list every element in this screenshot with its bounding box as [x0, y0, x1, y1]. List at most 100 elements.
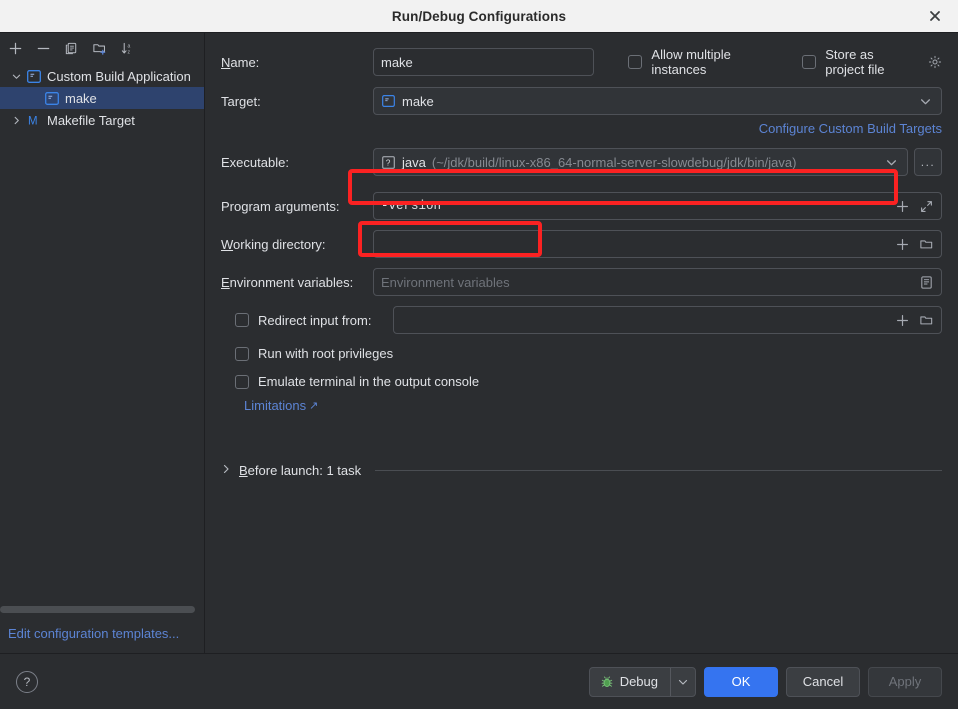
- chevron-down-icon[interactable]: [914, 96, 937, 107]
- redirect-input-row: Redirect input from:: [221, 306, 942, 334]
- tree-item-makefile-target[interactable]: M Makefile Target: [0, 109, 204, 131]
- plus-glyph: [897, 238, 908, 250]
- copy-configuration-button[interactable]: [58, 35, 84, 61]
- executable-row: Executable: ? java (~/jdk/build/linux-x8…: [221, 148, 942, 176]
- chevron-right-glyph: [14, 116, 19, 124]
- checkbox-box: [235, 346, 249, 361]
- insert-macro-icon[interactable]: [895, 313, 910, 328]
- executable-value: java: [402, 154, 426, 170]
- chevron-right-icon[interactable]: [221, 464, 231, 477]
- browse-folder-icon[interactable]: [919, 313, 934, 328]
- environment-variables-row: Environment variables: Environment varia…: [221, 268, 942, 296]
- cancel-button[interactable]: Cancel: [786, 666, 860, 697]
- name-row: Name: make Allow multiple instances Stor…: [221, 47, 942, 77]
- external-link-icon: ↗: [309, 400, 319, 412]
- chevron-down-icon[interactable]: [8, 68, 24, 84]
- footer-actions: Debug OK Cancel Apply: [588, 666, 942, 697]
- target-row: Target: make: [221, 87, 942, 115]
- apply-button[interactable]: Apply: [868, 666, 942, 697]
- svg-text:?: ?: [386, 157, 391, 167]
- checkbox-box: [235, 313, 249, 327]
- before-launch-label[interactable]: Before launch: 1 task: [239, 463, 361, 478]
- executable-combobox[interactable]: ? java (~/jdk/build/linux-x86_64-normal-…: [373, 148, 908, 176]
- bug-icon: [600, 675, 614, 689]
- debug-button[interactable]: Debug: [590, 668, 670, 696]
- add-configuration-button[interactable]: [2, 35, 28, 61]
- expand-editor-icon[interactable]: [919, 199, 934, 214]
- chevron-down-icon[interactable]: [880, 157, 903, 168]
- name-row-options: Allow multiple instances Store as projec…: [628, 47, 942, 77]
- ok-button[interactable]: OK: [704, 666, 778, 697]
- chevron-down-glyph: [920, 98, 931, 104]
- before-launch-divider: [375, 470, 942, 471]
- working-directory-label: Working directory:: [221, 236, 326, 252]
- question-box-glyph: ?: [382, 155, 395, 169]
- redirect-input-path-input[interactable]: [393, 306, 942, 334]
- configuration-form: Name: make Allow multiple instances Stor…: [205, 33, 958, 653]
- title-bar: Run/Debug Configurations: [0, 0, 958, 32]
- browse-folder-icon[interactable]: [919, 237, 934, 252]
- executable-path-hint: (~/jdk/build/linux-x86_64-normal-server-…: [431, 154, 797, 170]
- name-input-value: make: [381, 54, 413, 70]
- gear-glyph: [928, 55, 942, 69]
- name-input[interactable]: make: [373, 48, 595, 76]
- chevron-right-glyph: [223, 464, 229, 474]
- insert-macro-icon[interactable]: [895, 237, 910, 252]
- insert-macro-icon[interactable]: [895, 199, 910, 214]
- environment-variables-label: Environment variables:: [221, 274, 354, 290]
- sort-configurations-button[interactable]: a z: [114, 35, 140, 61]
- environment-variables-input[interactable]: Environment variables: [373, 268, 942, 296]
- remove-configuration-button[interactable]: [30, 35, 56, 61]
- debug-dropdown-arrow[interactable]: [671, 668, 695, 696]
- allow-multiple-instances-checkbox[interactable]: Allow multiple instances: [628, 47, 766, 77]
- bug-glyph: [601, 675, 613, 687]
- chevron-down-glyph: [12, 74, 20, 79]
- copy-icon: [65, 42, 76, 54]
- configurations-tree: Custom Build Application make M Makefile…: [0, 63, 204, 613]
- environment-variables-placeholder: Environment variables: [381, 274, 510, 290]
- run-with-root-privileges-checkbox[interactable]: Run with root privileges: [235, 346, 942, 361]
- tree-item-make[interactable]: make: [0, 87, 204, 109]
- debug-split-button[interactable]: Debug: [588, 666, 696, 697]
- sidebar-horizontal-scrollbar[interactable]: [0, 606, 195, 613]
- new-folder-button[interactable]: [86, 35, 112, 61]
- checkbox-box: [802, 55, 817, 69]
- folder-glyph: [920, 239, 933, 248]
- allow-multiple-instances-label: Allow multiple instances: [651, 47, 731, 77]
- limitations-link[interactable]: Limitations ↗: [244, 398, 318, 413]
- gear-icon[interactable]: [928, 55, 942, 69]
- run-debug-configurations-dialog: Run/Debug Configurations a z Custom Buil…: [0, 0, 958, 709]
- executable-browse-button[interactable]: ...: [914, 148, 942, 176]
- chevron-right-icon[interactable]: [8, 112, 24, 128]
- run-with-root-privileges-label: Run with root privileges: [258, 346, 394, 361]
- target-combobox[interactable]: make: [373, 87, 942, 115]
- target-value: make: [402, 93, 434, 109]
- edit-configuration-templates-link[interactable]: Edit configuration templates...: [8, 626, 179, 641]
- dialog-footer: ? Debug OK Cancel Apply: [0, 653, 958, 709]
- name-label: Name:: [221, 54, 260, 70]
- program-arguments-label: Program arguments:: [221, 198, 340, 214]
- console-app-glyph: [27, 69, 41, 83]
- tree-item-label: Makefile Target: [47, 112, 135, 128]
- emulate-terminal-checkbox[interactable]: Emulate terminal in the output console: [235, 374, 942, 389]
- close-icon[interactable]: [912, 0, 958, 32]
- emulate-terminal-label: Emulate terminal in the output console: [258, 374, 480, 389]
- environment-variables-actions: [911, 275, 934, 290]
- debug-button-label: Debug: [619, 674, 658, 689]
- configurations-sidebar: a z Custom Build Application make M Make…: [0, 33, 205, 653]
- program-arguments-input[interactable]: -version: [373, 192, 942, 220]
- redirect-input-actions: [887, 313, 934, 328]
- target-label: Target:: [221, 93, 261, 109]
- configure-custom-build-targets-link[interactable]: Configure Custom Build Targets: [221, 121, 942, 136]
- redirect-input-checkbox[interactable]: Redirect input from:: [221, 313, 373, 328]
- executable-label: Executable:: [221, 154, 289, 170]
- store-as-project-file-checkbox[interactable]: Store as project file: [802, 47, 942, 77]
- checkbox-box: [628, 55, 643, 69]
- redirect-input-label: Redirect input from:: [258, 312, 372, 328]
- working-directory-input[interactable]: [373, 230, 942, 258]
- edit-env-vars-icon[interactable]: [919, 275, 934, 290]
- help-button[interactable]: ?: [16, 670, 38, 693]
- tree-item-custom-build-application[interactable]: Custom Build Application: [0, 65, 204, 87]
- sidebar-toolbar: a z: [0, 33, 204, 63]
- svg-text:z: z: [127, 49, 130, 55]
